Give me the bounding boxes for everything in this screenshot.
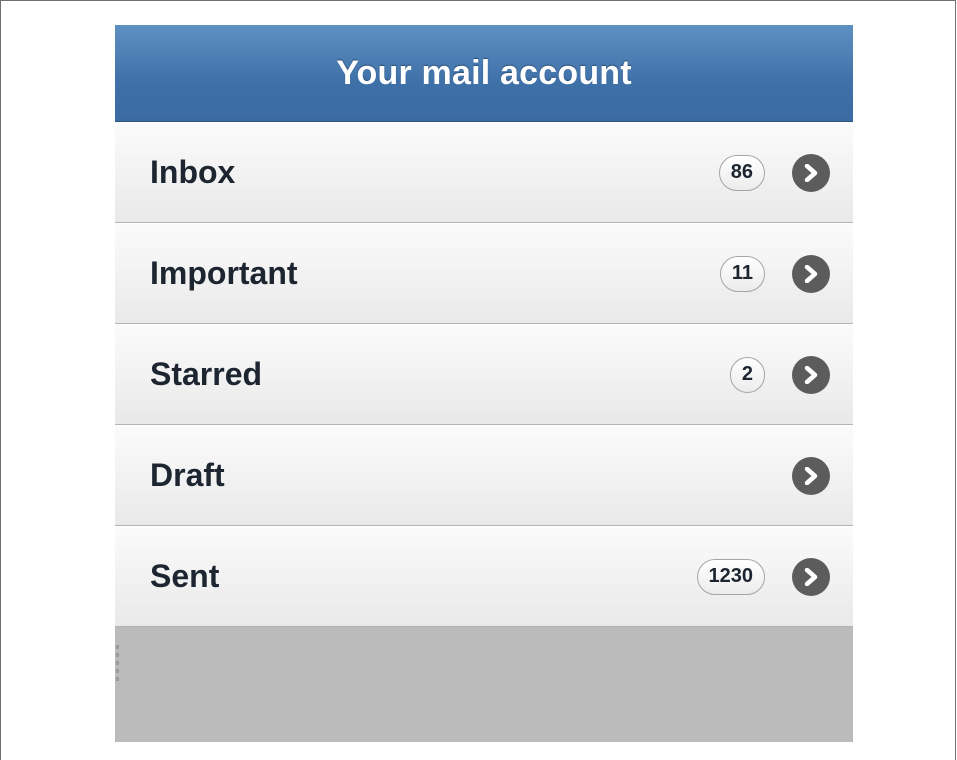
count-badge: 11 [719,255,765,292]
folder-item-starred[interactable]: Starred 2 [115,324,853,425]
folder-list: Inbox 86 Important 11 Starred 2 Draft Se… [115,122,853,627]
count-badge: 86 [718,154,765,191]
chevron-right-icon[interactable] [792,254,830,293]
chevron-right-icon[interactable] [792,153,830,192]
folder-label: Important [150,255,298,291]
folder-label: Inbox [150,154,236,190]
folder-item-sent[interactable]: Sent 1230 [115,526,853,627]
folder-item-important[interactable]: Important 11 [115,223,853,324]
folder-label: Sent [150,558,220,594]
chevron-right-icon[interactable] [792,557,830,596]
mobile-app-screen: Your mail account Inbox 86 Important 11 … [115,25,853,742]
page-edge-mark [116,645,119,683]
folder-item-draft[interactable]: Draft [115,425,853,526]
folder-label: Draft [150,457,225,493]
chevron-right-icon[interactable] [792,355,830,394]
folder-label: Starred [150,356,263,392]
page-title: Your mail account [336,53,632,92]
count-badge: 1230 [696,558,765,595]
chevron-right-icon[interactable] [792,456,830,495]
header-bar: Your mail account [115,25,853,122]
count-badge: 2 [729,356,765,393]
folder-item-inbox[interactable]: Inbox 86 [115,122,853,223]
